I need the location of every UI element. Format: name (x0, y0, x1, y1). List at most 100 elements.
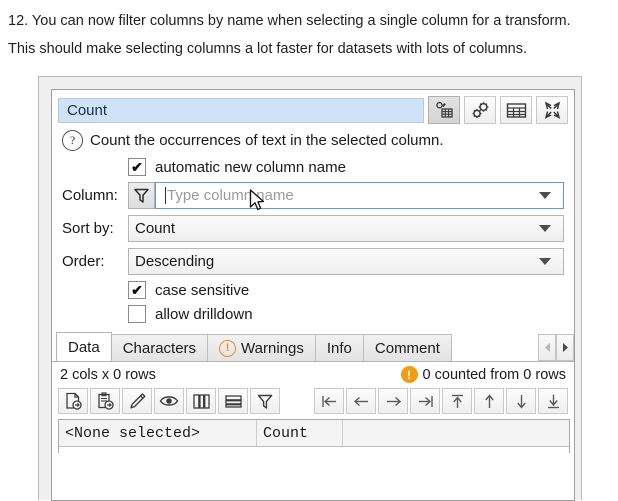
funnel-filter-icon (133, 187, 150, 204)
columns-icon (192, 393, 211, 410)
down-record-icon (514, 393, 529, 410)
tab-characters-label: Characters (122, 339, 197, 357)
order-value: Descending (135, 253, 215, 270)
options-gears-button[interactable] (464, 96, 496, 124)
edit-pencil-icon (128, 392, 147, 410)
view-eye-icon (159, 393, 179, 409)
order-label: Order: (62, 253, 105, 270)
columns-button[interactable] (186, 388, 216, 414)
top-record-icon (450, 393, 465, 410)
rows-button[interactable] (218, 388, 248, 414)
export-file-button[interactable] (58, 388, 88, 414)
screenshot-frame: Count ? Count the occurrences of text in… (38, 76, 582, 501)
chevron-down-icon[interactable] (539, 258, 551, 265)
dialog-header: Count (52, 90, 574, 128)
first-record-icon (320, 394, 339, 409)
tab-scroll-left-button[interactable] (538, 334, 556, 361)
data-grid-header-row: <None selected> Count (59, 420, 569, 447)
transform-title-text: Count (67, 101, 108, 119)
export-file-icon (64, 392, 83, 410)
view-eye-button[interactable] (154, 388, 184, 414)
sort-by-combobox[interactable]: Count (128, 215, 564, 242)
case-sensitive-label: case sensitive (155, 281, 250, 299)
tab-characters[interactable]: Characters (110, 334, 209, 361)
first-record-button[interactable] (314, 388, 344, 414)
bottom-record-button[interactable] (538, 388, 568, 414)
case-sensitive-row[interactable]: ✔ case sensitive (52, 278, 574, 302)
column-header-count[interactable]: Count (257, 420, 343, 446)
allow-drilldown-label: allow drilldown (155, 305, 253, 323)
copy-clipboard-button[interactable] (90, 388, 120, 414)
tab-info-label: Info (326, 339, 352, 357)
sort-by-row: Sort by: Count (52, 212, 574, 245)
rows-icon (224, 393, 243, 410)
status-message: 0 counted from 0 rows (422, 366, 566, 383)
automatic-new-column-name-checkbox[interactable]: ✔ (128, 158, 146, 176)
data-toolbar (52, 387, 574, 417)
case-sensitive-checkbox[interactable]: ✔ (128, 281, 146, 299)
down-record-button[interactable] (506, 388, 536, 414)
status-warning-icon: ! (400, 366, 418, 383)
table-grid-button[interactable] (500, 96, 532, 124)
column-header-empty (343, 420, 569, 446)
expand-arrows-button[interactable] (536, 96, 568, 124)
top-record-button[interactable] (442, 388, 472, 414)
bottom-record-icon (546, 393, 561, 410)
tab-data[interactable]: Data (56, 332, 112, 361)
sort-by-label: Sort by: (62, 220, 114, 237)
tab-info[interactable]: Info (314, 334, 364, 361)
tab-data-label: Data (68, 338, 100, 356)
caption-text: 12. You can now filter columns by name w… (0, 0, 618, 60)
data-grid[interactable]: <None selected> Count (58, 419, 570, 453)
column-row: Column: Type column name (52, 179, 574, 212)
edit-pencil-button[interactable] (122, 388, 152, 414)
sort-by-value: Count (135, 220, 176, 237)
tab-comment-label: Comment (374, 339, 440, 357)
help-question-icon[interactable]: ? (62, 130, 83, 151)
results-tabs: Data Characters ! Warnings Info Comment (52, 332, 574, 362)
warning-circle-icon: ! (219, 339, 237, 357)
caption-line-2: This should make selecting columns a lot… (8, 41, 528, 57)
last-record-button[interactable] (410, 388, 440, 414)
table-grid-icon (506, 102, 527, 119)
chevron-down-icon[interactable] (539, 192, 551, 199)
column-header-none-selected[interactable]: <None selected> (59, 420, 257, 446)
dimensions-label: 2 cols x 0 rows (60, 366, 156, 383)
count-transform-dialog: Count ? Count the occurrences of text in… (51, 89, 575, 501)
caption-line-1: 12. You can now filter columns by name w… (8, 13, 571, 29)
tab-warnings[interactable]: ! Warnings (207, 334, 316, 361)
tab-warnings-label: Warnings (241, 339, 304, 357)
up-record-icon (482, 393, 497, 410)
allow-drilldown-checkbox[interactable] (128, 305, 146, 323)
column-label: Column: (62, 187, 118, 204)
filter-funnel-icon (256, 393, 274, 410)
status-warning-group: ! 0 counted from 0 rows (400, 366, 566, 383)
column-combobox[interactable]: Type column name (155, 182, 564, 211)
filter-funnel-button[interactable] (250, 388, 280, 414)
tab-comment[interactable]: Comment (362, 334, 452, 361)
text-caret (165, 187, 166, 204)
allow-drilldown-row[interactable]: allow drilldown (52, 302, 574, 326)
expand-arrows-icon (542, 101, 563, 120)
up-record-button[interactable] (474, 388, 504, 414)
transform-settings-icon (434, 101, 454, 119)
column-filter-button[interactable] (128, 182, 155, 209)
previous-record-button[interactable] (346, 388, 376, 414)
transform-title-field[interactable]: Count (58, 97, 424, 123)
triangle-left-icon (543, 342, 552, 353)
order-row: Order: Descending (52, 245, 574, 278)
tab-scroll-right-button[interactable] (556, 334, 574, 361)
next-record-icon (384, 394, 403, 409)
previous-record-icon (352, 394, 371, 409)
copy-clipboard-icon (96, 392, 115, 410)
next-record-button[interactable] (378, 388, 408, 414)
tab-scroll-controls (538, 334, 574, 361)
options-gears-icon (470, 101, 491, 120)
transform-settings-button[interactable] (428, 96, 460, 124)
column-combobox-placeholder: Type column name (167, 187, 294, 204)
automatic-new-column-name-row[interactable]: ✔ automatic new column name (52, 155, 574, 179)
status-bar: 2 cols x 0 rows ! 0 counted from 0 rows (52, 362, 574, 387)
transform-description-row: ? Count the occurrences of text in the s… (52, 128, 574, 155)
order-combobox[interactable]: Descending (128, 248, 564, 275)
chevron-down-icon[interactable] (539, 225, 551, 232)
